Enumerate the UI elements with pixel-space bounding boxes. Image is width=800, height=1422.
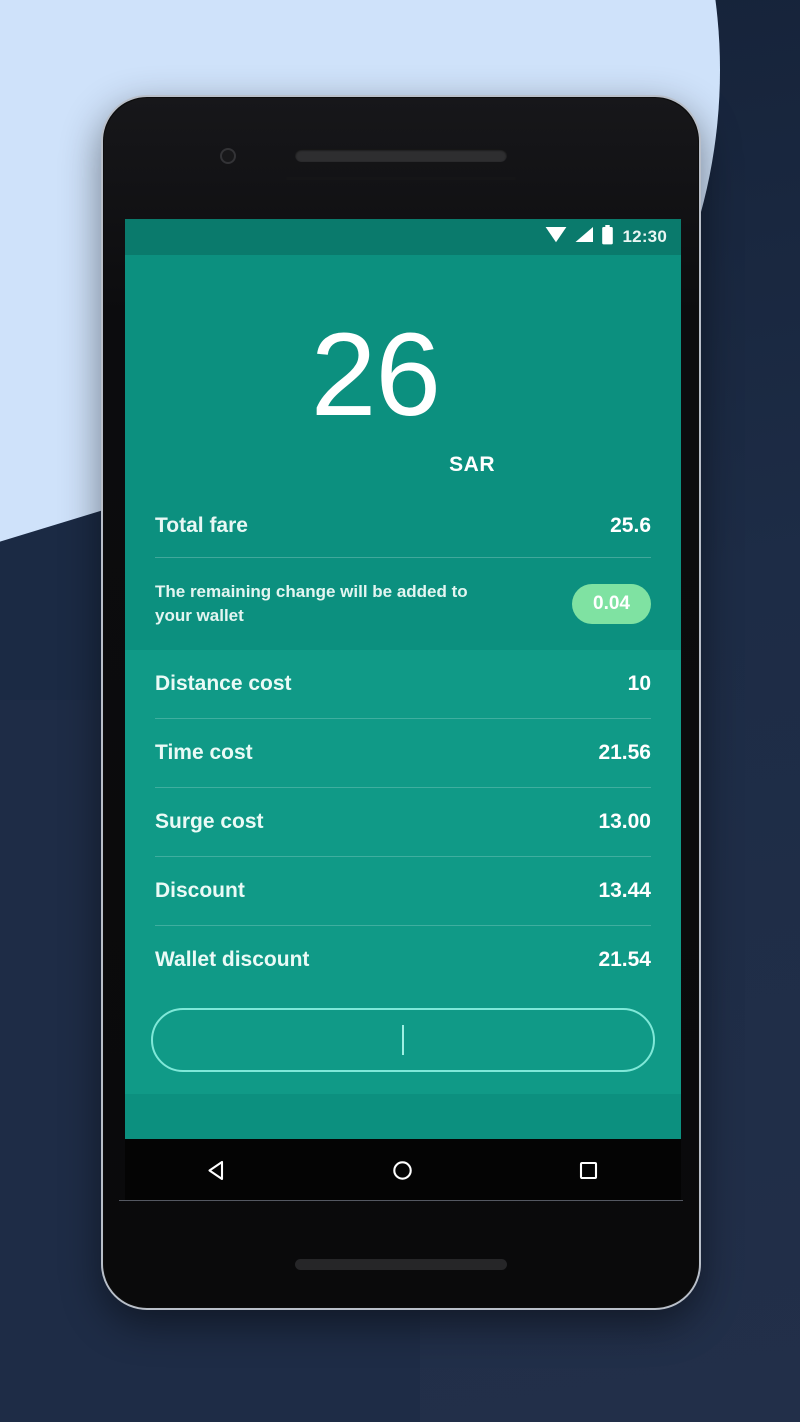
table-row: Distance cost 10 (155, 650, 651, 718)
fare-summary: Total fare 25.6 The remaining change wil… (125, 495, 681, 650)
action-field-container (125, 994, 681, 1094)
fare-hero: 26 SAR (125, 255, 681, 495)
earpiece-speaker (295, 149, 507, 162)
recents-square-icon[interactable] (561, 1150, 615, 1190)
fare-currency: SAR (449, 453, 496, 476)
cellular-signal-icon (574, 226, 594, 248)
table-row: Discount 13.44 (155, 857, 651, 925)
text-caret (402, 1025, 404, 1055)
chin-divider (119, 1200, 683, 1201)
android-nav-bar (125, 1139, 681, 1201)
table-row: Wallet discount 21.54 (155, 926, 651, 994)
promo-code-input[interactable] (151, 1008, 655, 1072)
total-fare-row: Total fare 25.6 (155, 495, 651, 557)
home-circle-icon[interactable] (376, 1150, 430, 1190)
breakdown-label: Distance cost (155, 672, 292, 695)
total-fare-label: Total fare (155, 514, 248, 537)
back-triangle-icon[interactable] (191, 1150, 245, 1190)
total-fare-value: 25.6 (610, 514, 651, 537)
breakdown-label: Surge cost (155, 810, 264, 833)
battery-icon (601, 224, 614, 250)
phone-device-frame: 12:30 26 SAR Total fare 25.6 The remaini… (101, 95, 701, 1310)
remaining-change-badge: 0.04 (572, 584, 651, 624)
breakdown-label: Wallet discount (155, 948, 310, 971)
remaining-change-row: The remaining change will be added to yo… (155, 558, 651, 650)
fare-amount: 26 (310, 309, 441, 441)
breakdown-value: 13.44 (598, 879, 651, 902)
remaining-change-text: The remaining change will be added to yo… (155, 581, 468, 625)
table-row: Surge cost 13.00 (155, 788, 651, 856)
bottom-speaker-grille (295, 1259, 507, 1270)
breakdown-label: Time cost (155, 741, 253, 764)
wifi-icon (545, 226, 567, 248)
breakdown-value: 10 (627, 672, 651, 695)
breakdown-label: Discount (155, 879, 245, 902)
breakdown-value: 13.00 (598, 810, 651, 833)
fare-breakdown-list: Distance cost 10 Time cost 21.56 Surge c… (125, 650, 681, 994)
screenshot-scene: 12:30 26 SAR Total fare 25.6 The remaini… (0, 0, 800, 1422)
front-camera-icon (220, 148, 236, 164)
breakdown-value: 21.56 (598, 741, 651, 764)
sensor-strip (286, 177, 516, 180)
phone-screen: 12:30 26 SAR Total fare 25.6 The remaini… (125, 219, 681, 1201)
breakdown-value: 21.54 (598, 948, 651, 971)
table-row: Time cost 21.56 (155, 719, 651, 787)
status-bar-clock: 12:30 (622, 227, 667, 246)
status-bar: 12:30 (125, 219, 681, 255)
